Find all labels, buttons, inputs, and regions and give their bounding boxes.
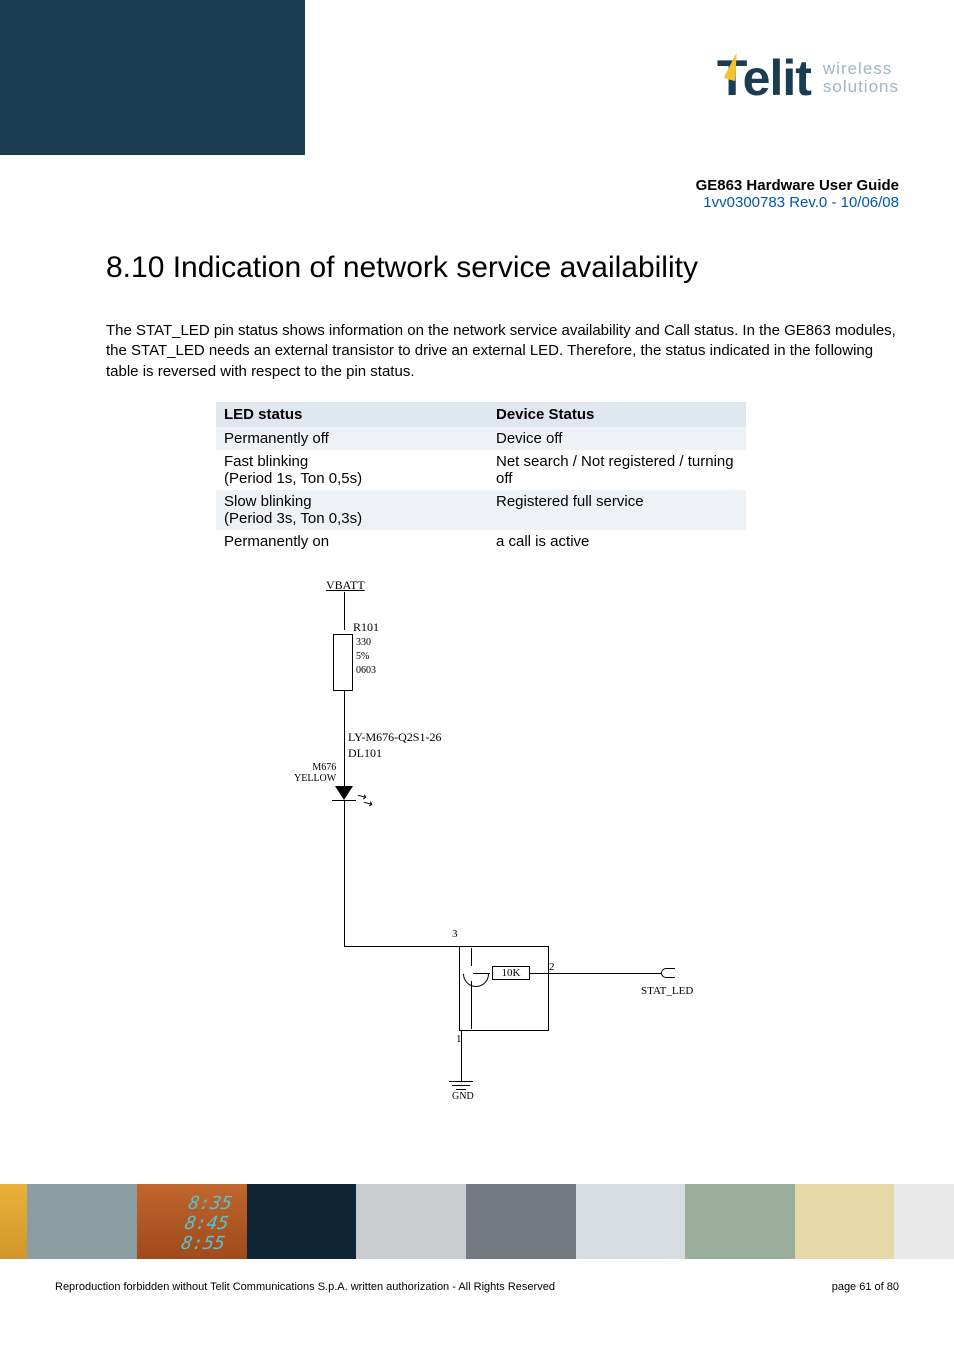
label-stat-led: STAT_LED: [641, 985, 693, 997]
footer-image-strip: [0, 1184, 954, 1259]
led-icon: [335, 786, 353, 800]
thumbnail: [27, 1184, 137, 1259]
circuit-schematic: VBATT R101 330 5% 0603 LY-M676-Q2S1-26 D…: [236, 578, 716, 1108]
header-left-block: [0, 0, 305, 155]
cell-led: Fast blinking (Period 1s, Ton 0,5s): [216, 450, 488, 490]
label-m676: M676 YELLOW: [294, 762, 336, 784]
table-row: Fast blinking (Period 1s, Ton 0,5s) Net …: [216, 450, 746, 490]
thumbnail: [685, 1184, 795, 1259]
table-row: Permanently on a call is active: [216, 530, 746, 553]
led-status-table: LED status Device Status Permanently off…: [216, 402, 746, 553]
wire: [471, 948, 472, 966]
thumbnail: [894, 1184, 954, 1259]
wire: [471, 981, 472, 1029]
logo-tagline: wireless solutions: [823, 60, 899, 96]
wire: [549, 973, 662, 974]
doc-title: GE863 Hardware User Guide: [0, 177, 899, 194]
cell-led: Slow blinking (Period 3s, Ton 0,3s): [216, 490, 488, 530]
content-area: 8.10 Indication of network service avail…: [0, 211, 954, 1108]
label-dl101: DL101: [348, 746, 382, 761]
section-paragraph: The STAT_LED pin status shows informatio…: [106, 321, 899, 382]
th-device-status: Device Status: [488, 402, 746, 427]
footer-copyright: Reproduction forbidden without Telit Com…: [55, 1281, 555, 1293]
section-heading: 8.10 Indication of network service avail…: [106, 251, 899, 285]
pin-stat-led: [661, 968, 675, 978]
thumbnail: [0, 1184, 27, 1259]
cell-dev: Device off: [488, 427, 746, 450]
transistor-block: [459, 946, 549, 1031]
gnd-icon: [456, 1089, 466, 1090]
light-arrow-icon: ↘: [360, 794, 376, 812]
thumbnail: [247, 1184, 357, 1259]
thumbnail: [795, 1184, 894, 1259]
label-vbatt: VBATT: [326, 578, 365, 593]
table-row: Permanently off Device off: [216, 427, 746, 450]
footer-line: Reproduction forbidden without Telit Com…: [0, 1281, 954, 1293]
resistor-r101: [333, 634, 353, 691]
gnd-icon: [449, 1081, 473, 1082]
wire: [461, 1031, 462, 1081]
label-partnum: LY-M676-Q2S1-26: [348, 730, 441, 745]
resistor-10k: 10K: [492, 966, 530, 980]
label-pin3: 3: [452, 928, 458, 940]
cell-dev: a call is active: [488, 530, 746, 553]
telit-logo: Telit wireless solutions: [717, 49, 899, 107]
wire: [344, 801, 345, 946]
doc-meta: GE863 Hardware User Guide 1vv0300783 Rev…: [0, 155, 954, 211]
label-pin2: 2: [549, 961, 555, 973]
thumbnail: [576, 1184, 686, 1259]
label-gnd: GND: [452, 1091, 474, 1102]
wire: [344, 946, 459, 947]
wire: [530, 973, 549, 974]
r101-values: 330 5% 0603: [356, 636, 376, 678]
page-header: Telit wireless solutions: [0, 0, 954, 155]
header-right: Telit wireless solutions: [305, 0, 954, 155]
footer-page: page 61 of 80: [832, 1281, 899, 1293]
thumbnail: [356, 1184, 466, 1259]
gnd-icon: [452, 1085, 470, 1086]
cell-led: Permanently off: [216, 427, 488, 450]
cell-dev: Net search / Not registered / turning of…: [488, 450, 746, 490]
table-row: Slow blinking (Period 3s, Ton 0,3s) Regi…: [216, 490, 746, 530]
cell-dev: Registered full service: [488, 490, 746, 530]
wire: [344, 691, 345, 786]
th-led-status: LED status: [216, 402, 488, 427]
cell-led: Permanently on: [216, 530, 488, 553]
doc-revision: 1vv0300783 Rev.0 - 10/06/08: [0, 194, 899, 211]
wire: [473, 973, 490, 974]
thumbnail: [466, 1184, 576, 1259]
label-r101: R101: [353, 620, 379, 635]
wire: [344, 592, 345, 630]
